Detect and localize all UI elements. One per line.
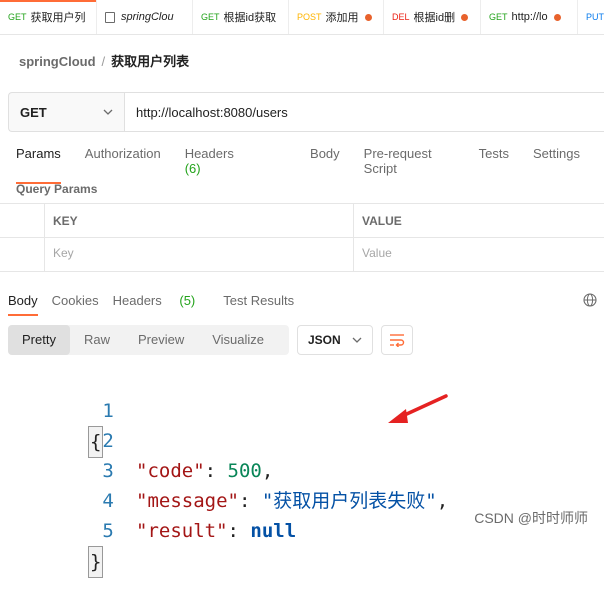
table-divider <box>0 237 604 238</box>
url-bar: GET http://localhost:8080/users <box>8 92 604 132</box>
table-divider <box>0 203 604 204</box>
watermark: CSDN @时时师师 <box>474 510 588 526</box>
format-label: JSON <box>308 333 341 347</box>
unsaved-dot-icon <box>364 13 372 21</box>
value-input[interactable]: Value <box>362 246 592 260</box>
table-divider <box>44 203 45 271</box>
query-params-title: Query Params <box>16 182 98 196</box>
tab-title: 根据id删 <box>413 12 456 24</box>
tab-method: GET <box>8 12 27 22</box>
tab-headers-count: (6) <box>184 161 201 176</box>
tab-tests[interactable]: Tests <box>479 146 509 184</box>
tab-cookies[interactable]: Cookies <box>52 293 99 316</box>
method-select[interactable]: GET <box>9 93 125 131</box>
tab-del-by-id[interactable]: DEL 根据id删 <box>384 0 481 34</box>
message-value: "获取用户列表失败" <box>261 490 437 512</box>
code-key: "code" <box>136 460 205 482</box>
tab-body[interactable]: Body <box>310 146 340 184</box>
request-tabs: Params Authorization Headers (6) Body Pr… <box>16 146 604 184</box>
tab-authorization[interactable]: Authorization <box>85 146 161 184</box>
tab-method: DEL <box>392 12 410 22</box>
code-content: "code": 500, <box>136 460 274 482</box>
tab-title: 添加用 <box>325 12 359 24</box>
visualize-button[interactable]: Visualize <box>198 325 278 355</box>
tab-springcloud-collection[interactable]: springClou <box>97 0 193 34</box>
breadcrumb: springCloud / 获取用户列表 <box>19 51 189 70</box>
response-tabs: Body Cookies Headers (5) Test Results <box>8 293 308 316</box>
tab-params[interactable]: Params <box>16 146 61 184</box>
method-label: GET <box>20 104 47 120</box>
tab-headers[interactable]: Headers (6) <box>185 146 286 184</box>
response-view-mode: Pretty Raw Preview Visualize <box>8 325 289 355</box>
code-line: 3 "message": "获取用户列表失败", <box>0 426 448 512</box>
tab-title: springClou <box>121 11 174 23</box>
code-content: "result": null <box>136 520 297 542</box>
tab-method: POST <box>297 12 322 22</box>
annotation-arrow-icon <box>388 394 448 423</box>
tab-method: GET <box>201 12 220 22</box>
raw-button[interactable]: Raw <box>70 325 124 355</box>
key-column-header: KEY <box>53 214 78 228</box>
wrap-lines-button[interactable] <box>381 325 413 355</box>
tab-response-body[interactable]: Body <box>8 293 38 316</box>
tab-put[interactable]: PUT <box>578 0 604 34</box>
close-brace: } <box>88 546 104 578</box>
line-number: 3 <box>102 460 114 482</box>
line-number: 2 <box>102 430 114 452</box>
tab-title: 获取用户列 <box>30 12 86 24</box>
unsaved-dot-icon <box>553 13 561 21</box>
chevron-down-icon <box>352 337 362 343</box>
request-tab-strip: GET 获取用户列 springClou GET 根据id获取 POST 添加用… <box>0 0 604 35</box>
code-line: 2 "code": 500, <box>0 396 273 482</box>
query-params-table: KEY VALUE Key Value <box>0 203 604 272</box>
code-content: "message": "获取用户列表失败", <box>136 490 449 512</box>
tab-get-user-list[interactable]: GET 获取用户列 <box>0 0 97 34</box>
tab-title: http://lo <box>511 11 548 23</box>
tab-method: GET <box>489 12 508 22</box>
code-line: 1 { <box>0 366 114 458</box>
tab-test-results[interactable]: Test Results <box>223 293 294 316</box>
tab-get-by-id[interactable]: GET 根据id获取 <box>193 0 289 34</box>
tab-title: 根据id获取 <box>223 12 277 24</box>
tab-response-headers[interactable]: Headers (5) <box>113 293 210 316</box>
tab-post-add-user[interactable]: POST 添加用 <box>289 0 384 34</box>
url-input[interactable]: http://localhost:8080/users <box>125 93 604 131</box>
tab-response-headers-label: Headers <box>112 293 162 308</box>
key-input[interactable]: Key <box>53 246 343 260</box>
tab-settings[interactable]: Settings <box>533 146 580 184</box>
unsaved-dot-icon <box>461 13 469 21</box>
preview-button[interactable]: Preview <box>124 325 198 355</box>
line-number: 4 <box>102 490 114 512</box>
line-number: 5 <box>102 520 114 542</box>
result-key: "result" <box>136 520 228 542</box>
tab-prerequest-script[interactable]: Pre-request Script <box>364 146 455 184</box>
breadcrumb-separator: / <box>101 54 106 69</box>
chevron-down-icon <box>103 109 113 115</box>
breadcrumb-collection[interactable]: springCloud <box>19 54 96 69</box>
result-value: null <box>250 520 297 542</box>
code-line: 5 } <box>0 486 114 578</box>
code-line: 4 "result": null <box>0 456 296 542</box>
document-icon <box>105 11 115 23</box>
breadcrumb-request[interactable]: 获取用户列表 <box>111 54 189 69</box>
globe-icon[interactable] <box>583 293 597 307</box>
value-column-header: VALUE <box>362 214 402 228</box>
code-value: 500 <box>227 460 262 482</box>
tab-get-localhost[interactable]: GET http://lo <box>481 0 578 34</box>
format-select[interactable]: JSON <box>297 325 373 355</box>
pretty-button[interactable]: Pretty <box>8 325 70 355</box>
url-text: http://localhost:8080/users <box>136 104 288 120</box>
table-divider <box>353 203 354 271</box>
table-divider <box>0 271 604 272</box>
tab-method: PUT <box>586 12 604 22</box>
tab-response-headers-count: (5) <box>179 293 196 308</box>
line-number: 1 <box>102 400 114 422</box>
message-key: "message" <box>136 490 239 512</box>
wrap-lines-icon <box>390 334 405 347</box>
